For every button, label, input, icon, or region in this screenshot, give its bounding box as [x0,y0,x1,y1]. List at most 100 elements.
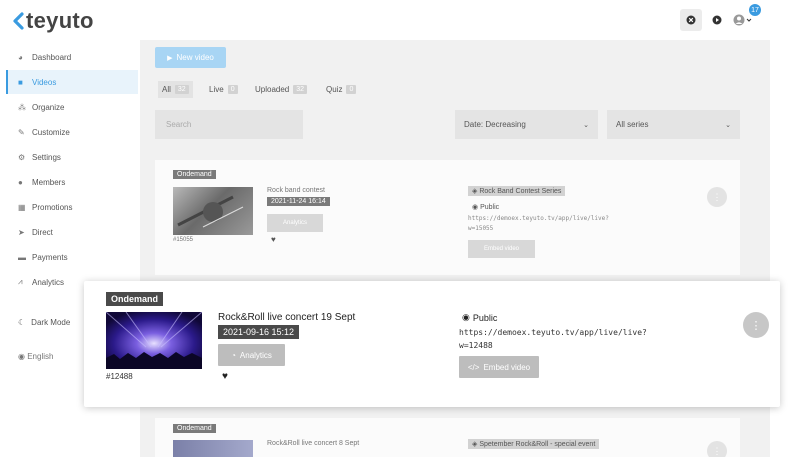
series-select[interactable]: All series ⌄ [607,110,740,139]
type-badge: Ondemand [173,424,216,433]
sort-select[interactable]: Date: Decreasing ⌄ [455,110,598,139]
play-icon[interactable] [706,9,728,31]
series-badge: ◈ Spetember Rock&Roll - special event [468,439,600,449]
paper-plane-icon: ➤ [18,227,25,237]
gears-icon: ⚙ [18,152,26,162]
sidebar-item-label: Analytics [32,277,65,287]
video-title[interactable]: Rock&Roll live concert 19 Sept [218,312,355,323]
tab-label: Quiz [326,84,343,94]
series-badge: ◈ Rock Band Contest Series [468,186,566,196]
video-thumbnail[interactable] [173,440,253,457]
analytics-button[interactable]: Analytics [267,214,323,232]
tab-count: 0 [346,84,357,94]
sidebar-item-promotions[interactable]: ▦ Promotions [6,195,138,219]
dashboard-icon: ◕ [18,52,23,62]
more-options-icon[interactable]: ⋮ [743,312,769,338]
video-title[interactable]: Rock band contest [267,187,325,194]
sidebar-item-payments[interactable]: ▬ Payments [6,245,138,269]
analytics-label: Analytics [282,220,307,226]
more-options-icon[interactable]: ⋮ [707,187,727,207]
new-video-button[interactable]: ▶ New video [155,47,226,68]
new-video-label: New video [176,53,214,62]
tab-count: 32 [293,84,308,94]
series-label: Rock Band Contest Series [479,188,562,195]
sidebar-item-label: Dashboard [32,52,72,62]
top-bar: teyuto 17 [0,0,800,40]
video-date: 2021-09-16 15:12 [218,325,300,339]
visibility-text: Public [480,204,500,211]
guitar-image-icon [177,195,244,228]
more-options-icon[interactable]: ⋮ [707,441,727,457]
series-value: All series [616,120,649,129]
type-badge: Ondemand [173,170,216,179]
notification-badge: 17 [749,4,761,16]
dark-mode-toggle[interactable]: ☾ Dark Mode [18,318,70,327]
globe-icon: ◉ [18,352,28,361]
tab-count: 0 [227,84,238,94]
video-id: #12488 [106,372,133,381]
sidebar-item-customize[interactable]: ✎ Customize [6,120,138,144]
heart-icon[interactable]: ♥ [271,235,276,244]
embed-label: Embed video [483,362,531,372]
url-line: https://demoex.teyuto.tv/app/live/live? [459,328,647,337]
video-url[interactable]: https://demoex.teyuto.tv/app/live/live? … [468,214,628,234]
wallet-icon: ▬ [18,252,26,262]
language-label: English [27,352,54,361]
sidebar-item-settings[interactable]: ⚙ Settings [6,145,138,169]
video-url[interactable]: https://demoex.teyuto.tv/app/live/live? … [459,326,659,352]
sidebar-item-videos[interactable]: ■ Videos [6,70,138,94]
code-icon: </> [467,362,480,372]
analytics-button[interactable]: ◔ Analytics [218,344,285,366]
sort-value: Date: Decreasing [464,120,526,129]
chart-icon: ◔ [231,350,236,360]
play-small-icon: ▶ [167,54,173,62]
tab-count: 32 [174,85,189,94]
video-card-highlighted: Ondemand #12488 Rock&Roll live concert 1… [84,281,780,407]
sidebar-item-label: Payments [32,252,68,262]
sidebar-item-organize[interactable]: ⁂ Organize [6,95,138,119]
type-badge: Ondemand [106,292,164,306]
url-line: https://demoex.teyuto.tv/app/live/live? [468,215,609,222]
embed-button[interactable]: Embed video [468,240,535,258]
chevron-left-icon [13,12,24,30]
tab-uploaded[interactable]: Uploaded 32 [255,82,308,96]
tab-live[interactable]: Live 0 [209,82,238,96]
globe-icon: ◉ [472,204,481,211]
video-title[interactable]: Rock&Roll live concert 8 Sept [267,440,359,447]
sidebar-item-label: Direct [32,227,53,237]
globe-icon: ◉ [462,312,470,322]
tab-label: Uploaded [255,84,290,94]
building-icon: ▦ [18,202,26,212]
visibility-text: Public [472,312,498,323]
sidebar-item-direct[interactable]: ➤ Direct [6,220,138,244]
sidebar-item-members[interactable]: ● Members [6,170,138,194]
hierarchy-icon: ⁂ [18,102,26,112]
video-thumbnail[interactable] [173,187,253,235]
video-date: 2021-11-24 16:14 [267,197,330,206]
users-icon: ● [18,177,23,187]
sidebar-item-label: Members [32,177,66,187]
tab-all[interactable]: All 32 [158,81,193,98]
video-thumbnail[interactable] [106,312,202,369]
brand-name: teyuto [26,8,94,33]
video-card: Ondemand Rock&Roll live concert 8 Sept ◈… [155,418,740,457]
language-selector[interactable]: ◉ English [18,352,53,361]
search-input[interactable]: Search [155,110,303,139]
moon-icon: ☾ [18,318,26,327]
sidebar-item-dashboard[interactable]: ◕ Dashboard [6,45,138,69]
tab-label: All [162,85,171,94]
video-card: Ondemand #15055 Rock band contest 2021-1… [155,160,740,275]
sidebar-item-label: Settings [32,152,61,162]
heart-icon[interactable]: ♥ [222,371,228,382]
close-icon[interactable] [680,9,702,31]
chevron-down-icon: ⌄ [725,121,731,129]
sidebar-item-label: Customize [32,127,70,137]
logo[interactable]: teyuto [12,8,94,34]
sidebar-item-label: Videos [32,77,57,87]
embed-button[interactable]: </> Embed video [459,356,539,378]
chevron-down-icon: ⌄ [583,121,589,129]
url-line: w=15055 [468,225,494,232]
tab-label: Live [209,84,224,94]
search-placeholder: Search [166,120,192,129]
tab-quiz[interactable]: Quiz 0 [326,82,357,96]
